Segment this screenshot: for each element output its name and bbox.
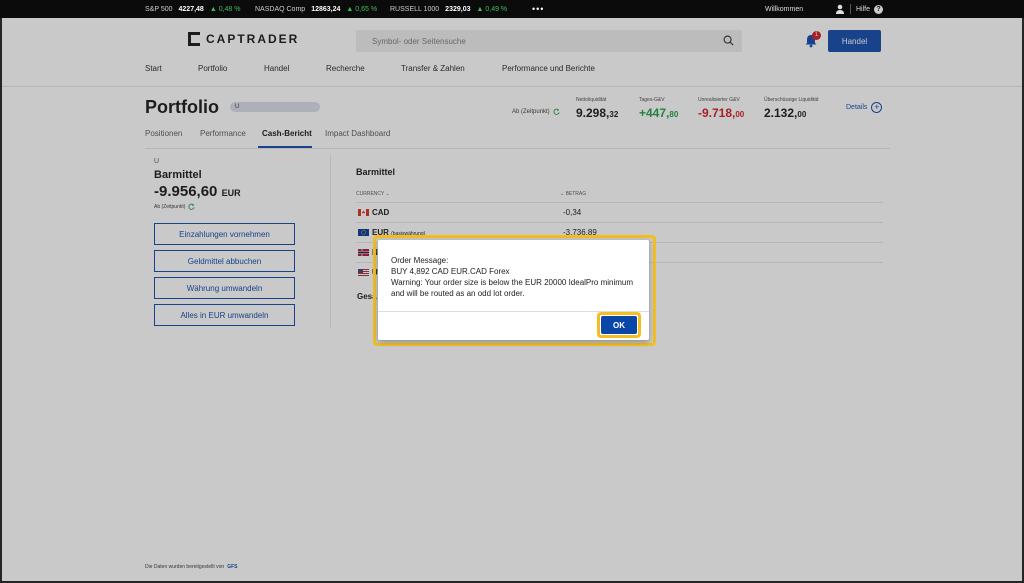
dialog-warning-line: Warning: Your order size is below the EU… <box>391 278 634 298</box>
ticker-name: NASDAQ Comp <box>255 5 306 13</box>
ticker-item[interactable]: S&P 500 4227,48 ▲ 0,48 % <box>145 6 241 13</box>
ok-button[interactable]: OK <box>601 316 637 334</box>
help-label: Hilfe <box>856 5 871 13</box>
ticker-more-button[interactable]: ••• <box>532 4 544 14</box>
ticker-change: ▲ 0,65 % <box>346 5 378 13</box>
ticker-name: RUSSELL 1000 <box>390 5 440 13</box>
welcome-text: Willkommen <box>765 5 804 13</box>
ticker-item[interactable]: RUSSELL 1000 2329,03 ▲ 0,49 % <box>390 6 507 13</box>
ticker-value: 2329,03 <box>445 5 471 13</box>
dialog-order-line: BUY 4,892 CAD EUR.CAD Forex <box>391 267 510 276</box>
ticker-name: S&P 500 <box>145 5 173 13</box>
ticker-value: 12863,24 <box>311 5 341 13</box>
ticker-change: ▲ 0,49 % <box>476 5 508 13</box>
order-message-dialog: Order Message: BUY 4,892 CAD EUR.CAD For… <box>378 240 649 340</box>
dialog-message-title: Order Message: <box>391 256 449 265</box>
user-icon[interactable] <box>835 4 845 14</box>
market-ticker-bar: S&P 500 4227,48 ▲ 0,48 % NASDAQ Comp 128… <box>0 0 1024 18</box>
help-icon: ? <box>874 4 884 14</box>
dialog-message: Order Message: BUY 4,892 CAD EUR.CAD For… <box>391 255 641 299</box>
ticker-item[interactable]: NASDAQ Comp 12863,24 ▲ 0,65 % <box>255 6 377 13</box>
ticker-value: 4227,48 <box>178 5 204 13</box>
ticker-change: ▲ 0,48 % <box>209 5 241 13</box>
help-link[interactable]: Hilfe ? <box>856 4 884 14</box>
ticker-separator <box>850 4 851 14</box>
